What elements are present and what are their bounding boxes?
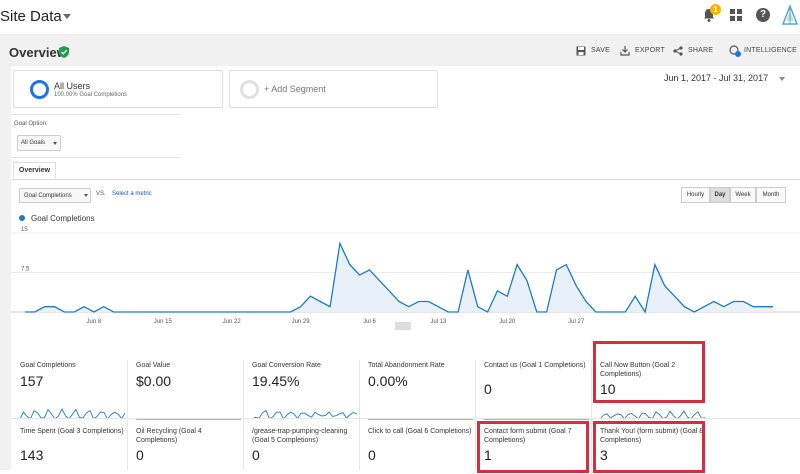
goal-option-label: Goal Option: [14,121,48,127]
chevron-down-icon[interactable] [63,14,71,19]
segment-ring-icon [30,80,49,99]
x-tick-label: Jul 6 [363,319,376,325]
metrics-grid: Goal Completions 157 Goal Value $0.00 Goal C… [11,340,800,474]
highlight-box [593,341,705,403]
metric-label: Contact us (Goal 1 Completions) [484,362,586,369]
divider [11,114,181,115]
chevron-down-icon[interactable] [779,77,785,81]
metric-label: Total Abandonment Rate [368,362,445,369]
legend-dot [19,215,25,221]
chevron-down-icon[interactable] [84,194,88,197]
intelligence-icon[interactable] [729,45,741,57]
metric-card[interactable]: Time Spent (Goal 3 Completions) 143 [11,427,124,474]
period-day-button[interactable]: Day [710,187,730,203]
select-metric-link[interactable]: Select a metric [112,191,152,197]
y-tick-label: 15 [21,227,28,233]
metric-label: Click to call (Goal 6 Completions) [368,428,472,435]
intelligence-button[interactable]: INTELLIGENCE [744,47,797,54]
highlight-box [593,421,705,473]
metric-value: 0 [484,381,492,397]
metric-card[interactable]: Oil Recycling (Goal 4 Completions) 0 [127,427,237,474]
empty-segment-ring-icon [240,80,259,99]
y-tick-label: 7.5 [21,267,30,273]
x-tick-label: Jul 13 [430,319,447,325]
date-range-picker[interactable]: Jun 1, 2017 - Jul 31, 2017 [664,73,768,83]
metric-value: 19.45% [252,373,300,389]
metric-card[interactable]: Goal Completions 157 [11,361,125,423]
x-tick-label: Jun 8 [87,319,102,325]
highlight-box [477,421,589,473]
segment-subtitle: 100.00% Goal Completions [54,92,128,98]
help-icon[interactable]: ? [756,8,770,22]
row-divider [11,418,800,419]
export-icon[interactable] [620,46,630,56]
column-divider [591,360,592,470]
x-tick-label: Jun 29 [292,319,311,325]
metric-card[interactable]: Total Abandonment Rate 0.00% [359,361,473,423]
metric-label: Goal Conversion Rate [252,362,321,369]
legend-label: Goal Completions [31,214,95,223]
goal-completions-chart: 15 7.5 Jun 8 Jun 15 Jun 22 Jun 29 Jul 6 Jul 13 J… [11,227,800,325]
metric-card[interactable]: /grease-trap-pumping-cleaning (Goal 5 Co… [243,427,353,474]
column-divider [475,360,476,470]
top-bar: Site Data 1 ? [0,0,800,34]
share-icon[interactable] [673,46,683,56]
metric-value: $0.00 [136,373,172,389]
share-button[interactable]: SHARE [688,47,713,54]
column-divider [359,360,360,470]
metric-card[interactable]: Goal Conversion Rate 19.45% [243,361,357,423]
tab-divider [11,179,800,180]
column-divider [127,360,128,470]
x-tick-label: Jun 15 [154,319,173,325]
save-button[interactable]: SAVE [591,47,610,54]
column-divider [243,360,244,470]
metric-card[interactable]: Contact us (Goal 1 Completions) 0 [475,361,589,423]
metric-value: 0 [252,447,260,463]
vs-label: VS. [96,191,106,197]
verified-shield-icon [59,46,69,58]
metric-value: 157 [20,373,44,389]
metric-label: /grease-trap-pumping-cleaning (Goal 5 Co… [252,428,348,444]
site-title[interactable]: Site Data [0,8,62,25]
add-segment-label: + Add Segment [264,84,326,94]
metric-value: 0.00% [368,373,408,389]
metric-label: Time Spent (Goal 3 Completions) [20,428,124,435]
segment-title: All Users [54,81,91,91]
divider [11,157,181,158]
segment-all-users[interactable]: All Users 100.00% Goal Completions [13,70,223,108]
metric-value: 143 [20,447,44,463]
notification-badge: 1 [710,4,721,15]
add-segment-button[interactable]: + Add Segment [229,70,438,108]
x-tick-label: Jun 22 [223,319,242,325]
account-logo-icon[interactable] [780,4,800,28]
period-month-button[interactable]: Month [756,187,786,203]
x-tick-label: Jul 27 [568,319,585,325]
save-icon[interactable] [576,46,586,56]
metric-value: 0 [368,447,376,463]
period-week-button[interactable]: Week [730,187,756,203]
chevron-down-icon[interactable] [53,142,57,145]
metric-label: Goal Value [136,362,171,369]
tab-overview[interactable]: Overview [13,162,56,179]
chart-resize-handle[interactable] [395,322,411,330]
export-button[interactable]: EXPORT [635,47,665,54]
period-hourly-button[interactable]: Hourly [681,187,710,203]
metric-card[interactable]: Goal Value $0.00 [127,361,241,423]
metric-select[interactable]: Goal Completions [19,188,91,203]
x-tick-label: Jul 20 [499,319,516,325]
metric-value: 0 [136,447,144,463]
metric-label: Oil Recycling (Goal 4 Completions) [136,428,202,444]
metric-label: Goal Completions [20,362,76,369]
metric-card[interactable]: Click to call (Goal 6 Completions) 0 [359,427,471,474]
apps-grid-icon[interactable] [730,9,742,21]
